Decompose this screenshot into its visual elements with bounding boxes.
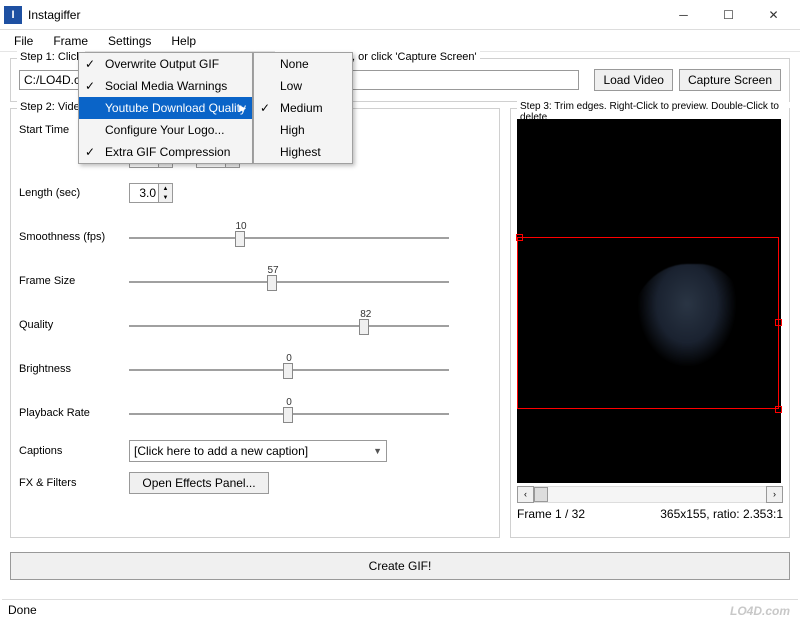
menu-social-warnings[interactable]: ✓Social Media Warnings	[79, 75, 252, 97]
youtube-quality-submenu: None Low ✓Medium High Highest	[253, 52, 353, 164]
menu-extra-compression[interactable]: ✓Extra GIF Compression	[79, 141, 252, 163]
smoothness-label: Smoothness (fps)	[19, 231, 129, 243]
menu-youtube-quality[interactable]: Youtube Download Quality▶	[79, 97, 252, 119]
framesize-label: Frame Size	[19, 275, 129, 287]
app-icon: I	[4, 6, 22, 24]
step3-group: Step 3: Trim edges. Right-Click to previ…	[510, 108, 790, 538]
smoothness-slider[interactable]: 10	[129, 223, 449, 251]
maximize-button[interactable]: ☐	[706, 1, 751, 29]
brightness-slider[interactable]: 0	[129, 355, 449, 383]
playback-slider[interactable]: 0	[129, 399, 449, 427]
check-icon: ✓	[85, 145, 95, 159]
scroll-left-button[interactable]: ‹	[517, 486, 534, 503]
menu-help[interactable]: Help	[161, 32, 206, 50]
create-gif-button[interactable]: Create GIF!	[10, 552, 790, 580]
captions-dropdown[interactable]: [Click here to add a new caption] ▼	[129, 440, 387, 462]
submenu-arrow-icon: ▶	[239, 103, 246, 114]
length-label: Length (sec)	[19, 187, 129, 199]
watermark: LO4D.com	[730, 604, 790, 618]
preview-canvas[interactable]	[517, 119, 781, 483]
quality-low[interactable]: Low	[254, 75, 352, 97]
quality-label: Quality	[19, 319, 129, 331]
chevron-down-icon: ▼	[373, 446, 382, 456]
menu-file[interactable]: File	[4, 32, 43, 50]
quality-highest[interactable]: Highest	[254, 141, 352, 163]
minimize-button[interactable]: ─	[661, 1, 706, 29]
load-video-button[interactable]: Load Video	[594, 69, 673, 91]
brightness-label: Brightness	[19, 363, 129, 375]
quality-medium[interactable]: ✓Medium	[254, 97, 352, 119]
quality-none[interactable]: None	[254, 53, 352, 75]
menu-configure-logo[interactable]: Configure Your Logo...	[79, 119, 252, 141]
step2-group: Step 2: Video Start Time ▲▼ : ▲▼ : Lengt…	[10, 108, 500, 538]
check-icon: ✓	[85, 57, 95, 71]
status-text: Done	[8, 603, 37, 617]
menu-overwrite-gif[interactable]: ✓Overwrite Output GIF	[79, 53, 252, 75]
frame-scrollbar[interactable]: ‹ ›	[517, 485, 783, 503]
captions-label: Captions	[19, 445, 129, 457]
capture-screen-button[interactable]: Capture Screen	[679, 69, 781, 91]
scroll-right-button[interactable]: ›	[766, 486, 783, 503]
playback-label: Playback Rate	[19, 407, 129, 419]
ratio-info: 365x155, ratio: 2.353:1	[660, 507, 783, 521]
menu-settings[interactable]: Settings	[98, 32, 161, 50]
step1-legend-prefix: Step 1: Click	[17, 51, 85, 63]
menu-bar: File Frame Settings Help	[0, 30, 800, 52]
menu-frame[interactable]: Frame	[43, 32, 98, 50]
open-effects-button[interactable]: Open Effects Panel...	[129, 472, 269, 494]
scroll-thumb[interactable]	[534, 487, 548, 502]
title-bar: I Instagiffer ─ ☐ ✕	[0, 0, 800, 30]
crop-rectangle[interactable]	[517, 237, 779, 409]
settings-menu-popup: ✓Overwrite Output GIF ✓Social Media Warn…	[78, 52, 253, 164]
quality-high[interactable]: High	[254, 119, 352, 141]
framesize-slider[interactable]: 57	[129, 267, 449, 295]
window-title: Instagiffer	[28, 8, 661, 22]
crop-handle-tl[interactable]	[516, 234, 523, 241]
fx-label: FX & Filters	[19, 477, 129, 489]
quality-slider[interactable]: 82	[129, 311, 449, 339]
frame-counter: Frame 1 / 32	[517, 507, 585, 521]
crop-handle-br[interactable]	[775, 406, 782, 413]
length-spinner[interactable]: ▲▼	[129, 183, 173, 203]
status-bar: Done	[2, 599, 798, 619]
crop-handle-r[interactable]	[775, 319, 782, 326]
check-icon: ✓	[260, 101, 270, 115]
check-icon: ✓	[85, 79, 95, 93]
close-button[interactable]: ✕	[751, 1, 796, 29]
